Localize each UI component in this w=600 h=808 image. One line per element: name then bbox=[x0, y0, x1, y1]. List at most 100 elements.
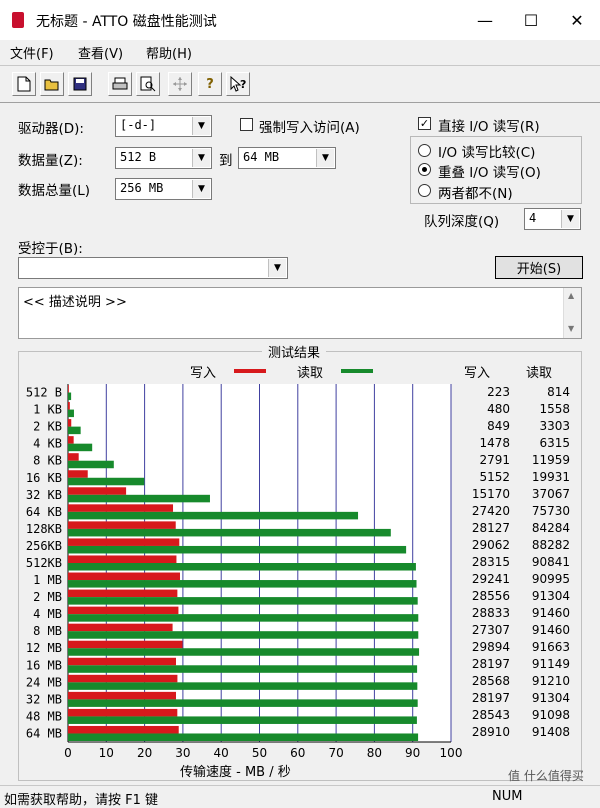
x-tick-label: 100 bbox=[440, 746, 463, 760]
write-value: 28127 bbox=[471, 520, 510, 535]
column-write-header: 写入 bbox=[464, 366, 491, 381]
open-folder-icon[interactable] bbox=[40, 72, 64, 96]
app-icon bbox=[12, 12, 24, 28]
write-bar bbox=[68, 589, 178, 598]
x-tick-label: 40 bbox=[214, 746, 229, 760]
read-value: 91149 bbox=[531, 657, 570, 672]
read-bar bbox=[68, 682, 418, 690]
write-value: 849 bbox=[487, 418, 510, 433]
new-file-icon[interactable] bbox=[12, 72, 36, 96]
chevron-down-icon: ▼ bbox=[316, 149, 334, 167]
read-bar bbox=[68, 716, 417, 724]
block-size-label: 1 MB bbox=[33, 573, 62, 587]
read-bar bbox=[68, 580, 417, 588]
block-size-label: 256KB bbox=[26, 539, 62, 553]
write-bar bbox=[68, 487, 127, 495]
column-read-header: 读取 bbox=[526, 366, 553, 381]
transfer-from-select[interactable]: 512 B ▼ bbox=[115, 147, 212, 169]
minimize-button[interactable]: — bbox=[462, 0, 508, 40]
write-bar bbox=[68, 691, 176, 700]
watermark-text: 值 什么值得买 bbox=[508, 769, 584, 783]
write-bar bbox=[68, 623, 173, 632]
menu-help[interactable]: 帮助(H) bbox=[146, 43, 192, 62]
help-icon[interactable]: ? bbox=[198, 72, 222, 96]
description-scrollbar[interactable]: ▲ ▼ bbox=[563, 288, 581, 338]
read-value: 91460 bbox=[531, 606, 570, 621]
read-value: 90841 bbox=[531, 555, 570, 569]
read-bar bbox=[68, 563, 416, 571]
write-bar bbox=[68, 674, 178, 683]
read-value: 91304 bbox=[531, 691, 570, 706]
read-bar bbox=[68, 665, 418, 673]
transfer-to-select[interactable]: 64 MB ▼ bbox=[238, 147, 336, 169]
x-tick-label: 20 bbox=[137, 746, 152, 760]
radio-overlap-io[interactable] bbox=[418, 163, 431, 176]
direct-io-checkbox[interactable]: ✓ bbox=[418, 117, 431, 130]
read-bar bbox=[68, 528, 391, 537]
read-bar bbox=[68, 426, 81, 435]
transfer-size-label: 数据量(Z): bbox=[18, 153, 83, 169]
write-bar bbox=[68, 504, 174, 512]
write-bar bbox=[68, 640, 183, 649]
x-tick-label: 50 bbox=[252, 746, 267, 760]
read-value: 19931 bbox=[531, 469, 570, 484]
block-size-label: 512 B bbox=[26, 386, 62, 400]
write-value: 29894 bbox=[471, 640, 510, 655]
print-icon[interactable] bbox=[108, 72, 132, 96]
block-size-label: 24 MB bbox=[26, 675, 62, 689]
save-icon[interactable] bbox=[68, 72, 92, 96]
queue-depth-select[interactable]: 4 ▼ bbox=[524, 208, 581, 230]
write-value: 28910 bbox=[471, 725, 510, 740]
move-icon[interactable] bbox=[168, 72, 192, 96]
block-size-label: 48 MB bbox=[26, 709, 62, 723]
chevron-down-icon: ▼ bbox=[192, 117, 210, 135]
start-button[interactable]: 开始(S) bbox=[495, 256, 583, 279]
svg-text:?: ? bbox=[240, 78, 246, 91]
read-bar bbox=[68, 631, 419, 639]
print-preview-icon[interactable] bbox=[136, 72, 160, 96]
chevron-down-icon: ▼ bbox=[192, 149, 210, 167]
read-value: 84284 bbox=[531, 520, 570, 535]
write-bar bbox=[68, 402, 70, 410]
context-help-icon[interactable]: ? bbox=[226, 72, 250, 96]
write-bar bbox=[68, 385, 69, 393]
block-size-label: 2 KB bbox=[33, 420, 62, 434]
read-bar bbox=[68, 614, 419, 622]
read-value: 91460 bbox=[531, 623, 570, 638]
block-size-label: 8 MB bbox=[33, 624, 62, 638]
write-value: 29062 bbox=[471, 537, 510, 552]
controlled-by-label: 受控于(B): bbox=[18, 241, 83, 257]
read-bar bbox=[68, 443, 93, 452]
x-tick-label: 10 bbox=[99, 746, 114, 760]
read-value: 11959 bbox=[531, 452, 570, 467]
force-write-checkbox[interactable] bbox=[240, 118, 253, 131]
read-bar bbox=[68, 494, 210, 503]
write-value: 29241 bbox=[471, 572, 510, 587]
total-length-select[interactable]: 256 MB ▼ bbox=[115, 178, 212, 200]
write-value: 1478 bbox=[479, 435, 510, 450]
block-size-label: 16 KB bbox=[26, 471, 62, 485]
radio-neither[interactable] bbox=[418, 184, 431, 197]
read-value: 37067 bbox=[531, 486, 570, 501]
menu-divider bbox=[0, 65, 600, 66]
block-size-label: 1 KB bbox=[33, 403, 62, 417]
description-textarea[interactable]: << 描述说明 >> ▲ ▼ bbox=[18, 287, 582, 339]
drive-select[interactable]: [-d-] ▼ bbox=[115, 115, 212, 137]
read-value: 91210 bbox=[531, 674, 570, 689]
num-lock-indicator: NUM bbox=[492, 789, 523, 804]
menu-view[interactable]: 查看(V) bbox=[78, 43, 123, 62]
write-bar bbox=[68, 538, 180, 546]
write-value: 28556 bbox=[471, 589, 510, 604]
close-button[interactable]: ✕ bbox=[554, 0, 600, 40]
read-bar bbox=[68, 699, 418, 707]
controlled-by-select[interactable]: ▼ bbox=[18, 257, 288, 279]
maximize-button[interactable]: ☐ bbox=[508, 0, 554, 40]
write-value: 28568 bbox=[471, 674, 510, 689]
description-text: << 描述说明 >> bbox=[23, 295, 127, 310]
radio-io-compare[interactable] bbox=[418, 144, 431, 157]
chevron-down-icon: ▼ bbox=[268, 259, 286, 277]
read-value: 3303 bbox=[539, 418, 570, 433]
write-bar bbox=[68, 657, 176, 666]
write-bar bbox=[68, 436, 74, 444]
menu-file[interactable]: 文件(F) bbox=[10, 43, 54, 62]
